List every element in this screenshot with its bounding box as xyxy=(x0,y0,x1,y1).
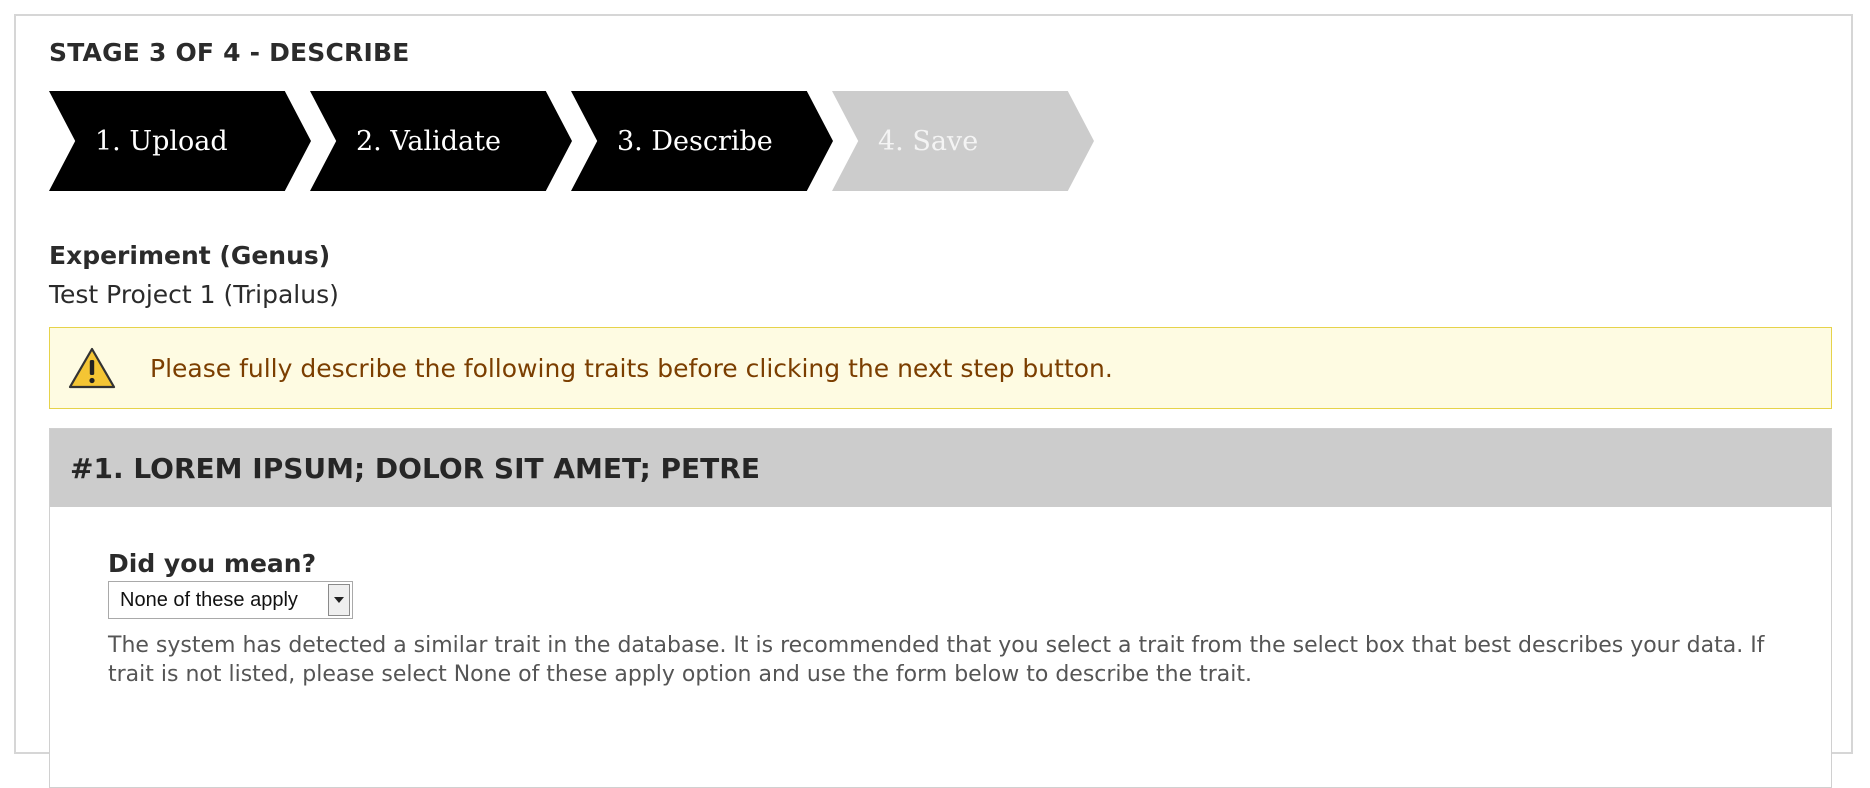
experiment-label: Experiment (Genus) xyxy=(49,241,331,270)
stage-title: STAGE 3 OF 4 - DESCRIBE xyxy=(49,38,410,67)
step-label: 1. Upload xyxy=(95,125,228,157)
warning-text: Please fully describe the following trai… xyxy=(150,354,1113,383)
step-label: 2. Validate xyxy=(356,125,501,157)
select-dropdown-button[interactable] xyxy=(328,584,350,616)
select-value: None of these apply xyxy=(120,589,298,611)
did-you-mean-label: Did you mean? xyxy=(108,549,317,578)
warning-triangle-icon xyxy=(68,347,116,389)
step-validate[interactable]: 2. Validate xyxy=(310,91,572,191)
step-upload[interactable]: 1. Upload xyxy=(49,91,311,191)
trait-select[interactable]: None of these apply xyxy=(108,581,353,619)
progress-steps: 1. Upload 2. Validate 3. Describe 4. Sav… xyxy=(49,91,1249,191)
page-frame: STAGE 3 OF 4 - DESCRIBE 1. Upload 2. Val… xyxy=(14,14,1853,788)
step-save: 4. Save xyxy=(832,91,1094,191)
help-text: The system has detected a similar trait … xyxy=(108,633,1765,687)
step-label: 4. Save xyxy=(878,125,979,157)
experiment-value: Test Project 1 (Tripalus) xyxy=(49,280,339,309)
trait-header: #1. LOREM IPSUM; DOLOR SIT AMET; PETRE xyxy=(50,429,1831,507)
warning-message: Please fully describe the following trai… xyxy=(49,327,1832,409)
trait-panel: #1. LOREM IPSUM; DOLOR SIT AMET; PETRE D… xyxy=(49,428,1832,788)
step-label: 3. Describe xyxy=(617,125,773,157)
step-describe[interactable]: 3. Describe xyxy=(571,91,833,191)
trait-title: #1. LOREM IPSUM; DOLOR SIT AMET; PETRE xyxy=(70,451,760,485)
chevron-down-icon xyxy=(334,597,344,603)
